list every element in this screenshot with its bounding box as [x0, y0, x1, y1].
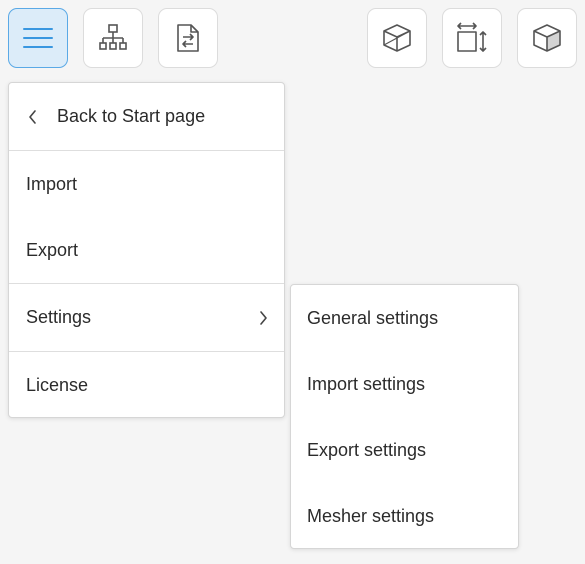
submenu-item-label: Import settings — [307, 373, 426, 394]
hamburger-menu-button[interactable] — [8, 8, 68, 68]
back-to-start-label: Back to Start page — [57, 106, 206, 126]
submenu-item-import-settings[interactable]: Import settings — [291, 351, 518, 417]
submenu-item-label: Export settings — [307, 439, 427, 460]
wireframe-view-button[interactable] — [367, 8, 427, 68]
dimensions-button[interactable] — [442, 8, 502, 68]
tree-view-button[interactable] — [83, 8, 143, 68]
back-to-start-item[interactable]: Back to Start page — [9, 83, 284, 150]
file-convert-button[interactable] — [158, 8, 218, 68]
submenu-item-mesher-settings[interactable]: Mesher settings — [291, 483, 518, 549]
menu-item-settings-label: Settings — [26, 307, 92, 327]
dimensions-icon — [457, 22, 487, 52]
solid-view-button[interactable] — [517, 8, 577, 68]
hierarchy-icon — [99, 24, 127, 50]
submenu-item-export-settings[interactable]: Export settings — [291, 417, 518, 483]
submenu-item-label: General settings — [307, 307, 439, 328]
app-root: Back to Start page Import Export Setting… — [0, 0, 585, 564]
submenu-item-general-settings[interactable]: General settings — [291, 285, 518, 351]
menu-item-import[interactable]: Import — [9, 151, 284, 217]
settings-submenu: General settings Import settings Export … — [290, 284, 519, 549]
wireframe-cube-icon — [383, 24, 411, 52]
main-menu: Back to Start page Import Export Setting… — [8, 82, 285, 418]
solid-cube-icon — [533, 24, 561, 52]
chevron-right-icon — [260, 310, 267, 325]
menu-item-export-label: Export — [26, 239, 79, 260]
chevron-left-icon — [29, 109, 36, 124]
menu-icon — [23, 28, 53, 48]
file-swap-icon — [177, 24, 199, 52]
menu-item-import-label: Import — [26, 173, 78, 194]
menu-item-export[interactable]: Export — [9, 217, 284, 283]
menu-item-settings[interactable]: Settings — [9, 284, 284, 351]
submenu-item-label: Mesher settings — [307, 505, 435, 526]
menu-item-license[interactable]: License — [9, 352, 284, 418]
menu-item-license-label: License — [26, 374, 89, 395]
